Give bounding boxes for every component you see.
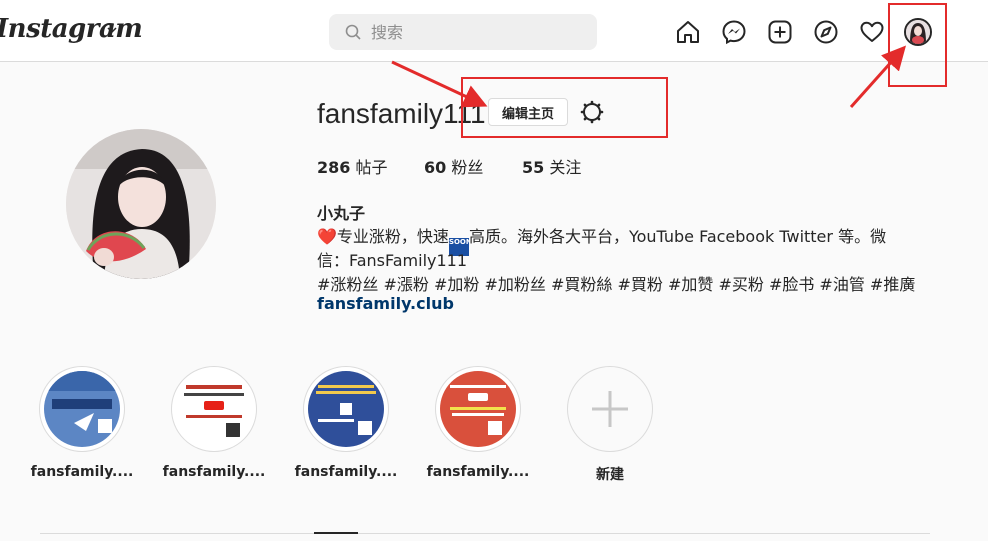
annotation-arrows xyxy=(391,45,907,109)
arrow-to-avatar xyxy=(849,45,907,109)
arrow-to-edit-button xyxy=(391,60,488,108)
